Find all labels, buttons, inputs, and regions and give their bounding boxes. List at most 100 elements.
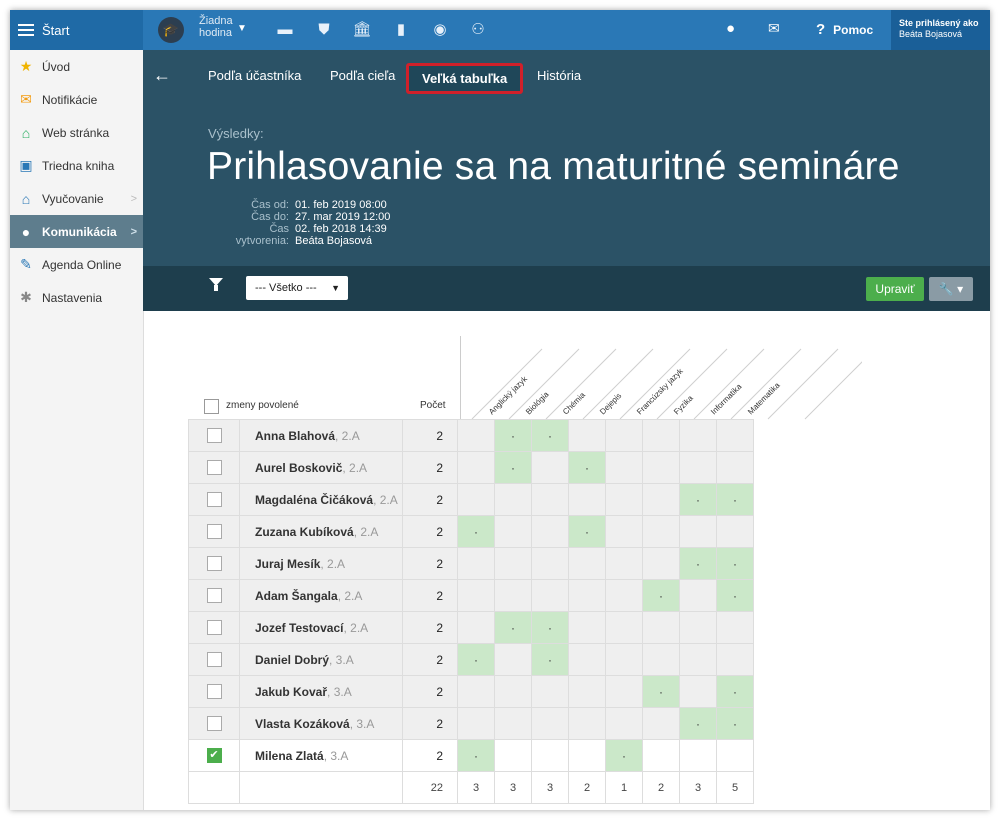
selection-cell[interactable]: · — [494, 611, 532, 644]
selection-cell[interactable] — [531, 675, 569, 708]
selection-cell[interactable] — [605, 643, 643, 676]
lesson-selector[interactable]: Žiadna hodina — [199, 15, 233, 39]
select-all-checkbox[interactable] — [204, 399, 219, 414]
selection-cell[interactable] — [716, 419, 754, 452]
selection-cell[interactable] — [494, 483, 532, 516]
selection-cell[interactable] — [642, 707, 680, 740]
selection-cell[interactable] — [531, 579, 569, 612]
selection-cell[interactable] — [716, 643, 754, 676]
selection-cell[interactable] — [457, 547, 495, 580]
selection-cell[interactable] — [642, 515, 680, 548]
bar-chart-icon[interactable]: ▮ — [391, 20, 411, 40]
selection-cell[interactable] — [605, 515, 643, 548]
selection-cell[interactable] — [716, 451, 754, 484]
selection-cell[interactable]: · — [716, 579, 754, 612]
selection-cell[interactable]: · — [531, 419, 569, 452]
briefcase-icon[interactable]: ▬ — [275, 20, 295, 40]
sidebar-item-uvod[interactable]: ★ Úvod — [10, 50, 143, 83]
sidebar-item-triedna-kniha[interactable]: ▣ Triedna kniha — [10, 149, 143, 182]
selection-cell[interactable]: · — [457, 739, 495, 772]
selection-cell[interactable] — [457, 419, 495, 452]
selection-cell[interactable] — [679, 675, 717, 708]
selection-cell[interactable]: · — [531, 643, 569, 676]
selection-cell[interactable] — [531, 739, 569, 772]
selection-cell[interactable] — [531, 451, 569, 484]
selection-cell[interactable] — [605, 707, 643, 740]
selection-cell[interactable] — [605, 483, 643, 516]
sidebar-item-nastavenia[interactable]: ✱ Nastavenia — [10, 281, 143, 314]
selection-cell[interactable] — [457, 675, 495, 708]
selection-cell[interactable] — [605, 451, 643, 484]
selection-cell[interactable] — [679, 419, 717, 452]
selection-cell[interactable] — [494, 515, 532, 548]
selection-cell[interactable] — [457, 611, 495, 644]
selection-cell[interactable] — [494, 579, 532, 612]
sidebar-item-notifikacie[interactable]: ✉ Notifikácie — [10, 83, 143, 116]
selection-cell[interactable] — [568, 643, 606, 676]
selection-cell[interactable] — [494, 643, 532, 676]
row-checkbox[interactable] — [206, 428, 222, 444]
selection-cell[interactable] — [494, 675, 532, 708]
selection-cell[interactable]: · — [716, 547, 754, 580]
mail-icon[interactable]: ✉ — [768, 20, 780, 37]
selection-cell[interactable] — [679, 643, 717, 676]
selection-cell[interactable] — [457, 579, 495, 612]
selection-cell[interactable]: · — [716, 675, 754, 708]
selection-cell[interactable]: · — [568, 515, 606, 548]
selection-cell[interactable] — [494, 707, 532, 740]
institution-icon[interactable]: 🏛 — [352, 20, 372, 40]
selection-cell[interactable] — [716, 611, 754, 644]
user-box[interactable]: Ste prihlásený ako Beáta Bojasová — [891, 10, 990, 50]
tab-velka-tabulka[interactable]: Veľká tabuľka — [406, 63, 524, 94]
selection-cell[interactable] — [568, 675, 606, 708]
graduation-cap-icon[interactable]: 🎓 — [158, 17, 184, 43]
selection-cell[interactable] — [457, 451, 495, 484]
selection-cell[interactable] — [494, 739, 532, 772]
back-arrow-icon[interactable]: ← — [153, 65, 171, 86]
selection-cell[interactable] — [531, 515, 569, 548]
selection-cell[interactable] — [605, 675, 643, 708]
sidebar-item-komunikacia[interactable]: ● Komunikácia > — [10, 215, 143, 248]
selection-cell[interactable]: · — [679, 547, 717, 580]
selection-cell[interactable] — [568, 483, 606, 516]
selection-cell[interactable] — [568, 611, 606, 644]
selection-cell[interactable] — [642, 643, 680, 676]
row-checkbox[interactable] — [206, 524, 222, 540]
selection-cell[interactable] — [494, 547, 532, 580]
selection-cell[interactable] — [568, 707, 606, 740]
selection-cell[interactable]: · — [679, 483, 717, 516]
selection-cell[interactable] — [642, 739, 680, 772]
caret-down-icon[interactable]: ▼ — [237, 23, 247, 34]
tools-dropdown-button[interactable]: 🔧 ▾ — [929, 277, 973, 301]
tab-historia[interactable]: História — [537, 68, 581, 83]
help-button[interactable]: ? Pomoc — [816, 21, 873, 38]
people-walking-icon[interactable]: ⚇ — [468, 20, 488, 40]
row-checkbox[interactable] — [206, 716, 222, 732]
selection-cell[interactable]: · — [642, 579, 680, 612]
sidebar-item-web-stranka[interactable]: ⌂ Web stránka — [10, 116, 143, 149]
tab-podla-ciela[interactable]: Podľa cieľa — [330, 68, 395, 83]
row-checkbox[interactable] — [206, 620, 222, 636]
selection-cell[interactable] — [716, 739, 754, 772]
selection-cell[interactable] — [679, 515, 717, 548]
selection-cell[interactable]: · — [457, 643, 495, 676]
row-checkbox[interactable] — [206, 460, 222, 476]
selection-cell[interactable] — [568, 419, 606, 452]
selection-cell[interactable]: · — [568, 451, 606, 484]
selection-cell[interactable] — [457, 483, 495, 516]
row-checkbox[interactable] — [206, 492, 222, 508]
selection-cell[interactable] — [531, 483, 569, 516]
selection-cell[interactable]: · — [716, 707, 754, 740]
sidebar-item-vyucovanie[interactable]: ⌂ Vyučovanie > — [10, 182, 143, 215]
edit-button[interactable]: Upraviť — [866, 277, 924, 301]
selection-cell[interactable]: · — [679, 707, 717, 740]
row-checkbox[interactable] — [206, 684, 222, 700]
row-checkbox[interactable]: ✔ — [206, 748, 222, 764]
selection-cell[interactable]: · — [716, 483, 754, 516]
selection-cell[interactable] — [679, 739, 717, 772]
selection-cell[interactable] — [568, 579, 606, 612]
selection-cell[interactable] — [679, 579, 717, 612]
filter-select[interactable]: --- Všetko --- ▼ — [246, 276, 348, 300]
selection-cell[interactable] — [568, 547, 606, 580]
selection-cell[interactable] — [642, 483, 680, 516]
